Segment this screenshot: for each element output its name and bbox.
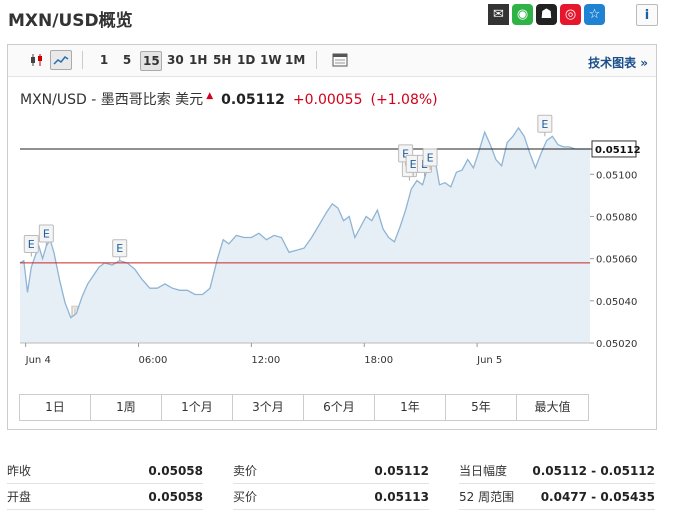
event-marker-label: E (43, 227, 50, 240)
range-1d[interactable]: 1日 (20, 395, 91, 420)
page-title: MXN/USD概览 (8, 11, 133, 31)
y-tick-label: 0.05100 (596, 170, 637, 181)
stats-col-2: 卖价 0.05112 买价 0.05113 (233, 458, 429, 510)
series-area (20, 127, 590, 344)
stat-row: 卖价 0.05112 (233, 458, 429, 484)
stat-row: 昨收 0.05058 (7, 458, 203, 484)
range-1m[interactable]: 1个月 (162, 395, 233, 420)
share-bar: ✉ ◉ ☗ ◎ ☆ (488, 4, 605, 25)
x-tick-label: 12:00 (251, 355, 280, 366)
range-1y[interactable]: 1年 (375, 395, 446, 420)
weibo-icon[interactable]: ◎ (560, 4, 581, 25)
y-tick-label: 0.05060 (596, 255, 637, 266)
stats-col-1: 昨收 0.05058 开盘 0.05058 (7, 458, 203, 510)
x-tick-label: 18:00 (364, 355, 393, 366)
chart-panel: 1 5 15 30 1H 5H 1D 1W 1M 技术图表 » MXN/USD … (7, 44, 657, 430)
price-chart: 英为财情Investing.com0.050200.050400.050600.… (19, 114, 641, 366)
info-button[interactable]: i (636, 4, 658, 26)
qq-icon[interactable]: ☗ (536, 4, 557, 25)
stat-row: 52 周范围 0.0477 - 0.05435 (459, 484, 655, 510)
mail-icon[interactable]: ✉ (488, 4, 509, 25)
stat-row: 买价 0.05113 (233, 484, 429, 510)
event-marker-label: E (541, 118, 548, 131)
event-marker-label: E (427, 152, 434, 165)
event-marker-label: E (116, 242, 123, 255)
last-price-tag-label: 0.05112 (595, 145, 641, 156)
event-marker-label: E (410, 158, 417, 171)
x-tick-label: 06:00 (139, 355, 168, 366)
range-selector: 1日 1周 1个月 3个月 6个月 1年 5年 最大值 (19, 394, 589, 421)
stat-row: 开盘 0.05058 (7, 484, 203, 510)
stat-row: 当日幅度 0.05112 - 0.05112 (459, 458, 655, 484)
favorite-icon[interactable]: ☆ (584, 4, 605, 25)
wechat-icon[interactable]: ◉ (512, 4, 533, 25)
range-5y[interactable]: 5年 (446, 395, 517, 420)
y-tick-label: 0.05020 (596, 339, 637, 350)
range-6m[interactable]: 6个月 (304, 395, 375, 420)
range-1w[interactable]: 1周 (91, 395, 162, 420)
y-tick-label: 0.05040 (596, 297, 637, 308)
x-tick-label: Jun 5 (476, 355, 502, 366)
range-max[interactable]: 最大值 (517, 395, 588, 420)
range-3m[interactable]: 3个月 (233, 395, 304, 420)
event-marker-label: E (28, 238, 35, 251)
y-tick-label: 0.05080 (596, 212, 637, 223)
stats-col-3: 当日幅度 0.05112 - 0.05112 52 周范围 0.0477 - 0.0… (459, 458, 655, 510)
x-tick-label: Jun 4 (25, 355, 51, 366)
